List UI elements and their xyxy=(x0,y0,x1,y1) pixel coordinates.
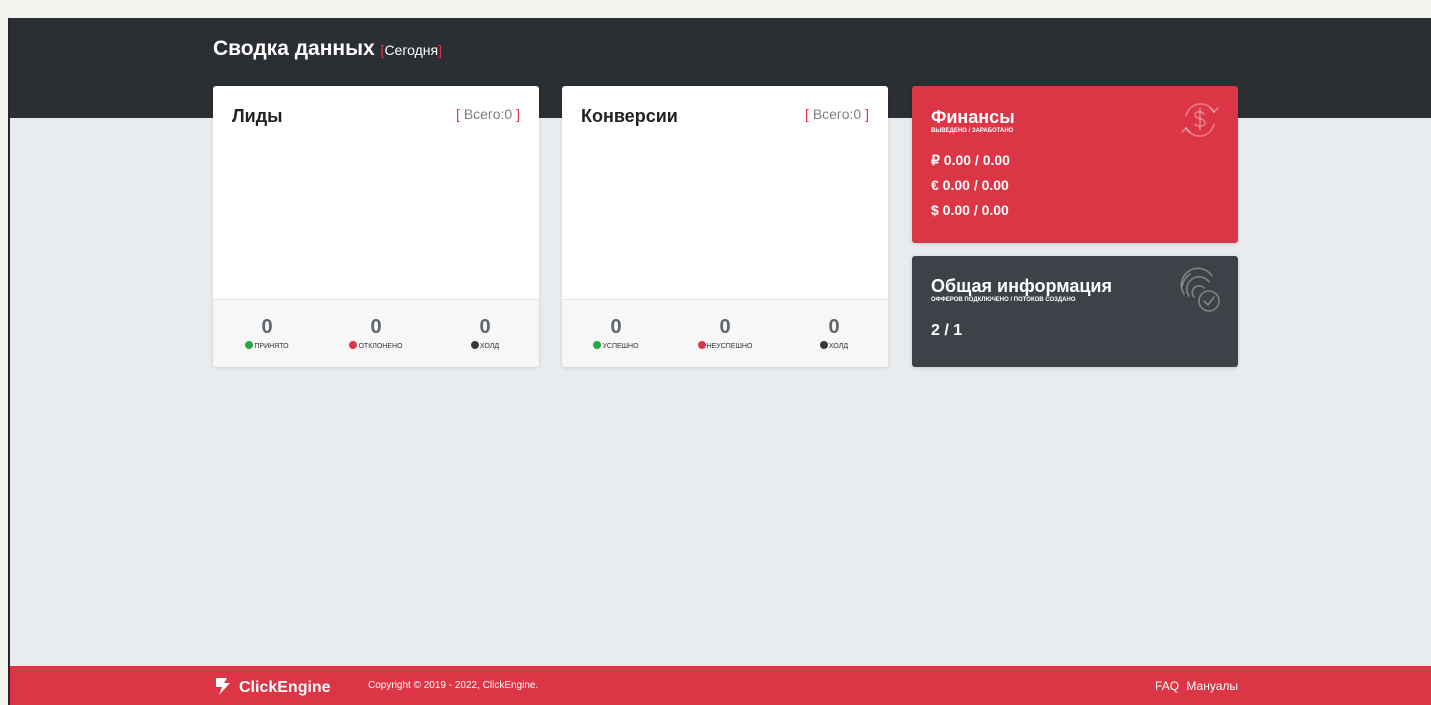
period-selector[interactable]: Сегодня xyxy=(384,42,438,58)
dark-dot-icon xyxy=(819,341,828,349)
finance-eur: € 0.00 / 0.00 xyxy=(931,177,1009,193)
leads-total-value: 0 xyxy=(504,106,513,122)
leads-total-label: Всего: xyxy=(463,106,505,122)
red-dot-icon xyxy=(349,341,358,349)
leads-stat-hold: 0 ХОЛД xyxy=(435,316,535,350)
conversions-total: [ Всего:0 ] xyxy=(805,106,869,122)
leads-card: Лиды [ Всего:0 ] 0 ПРИНЯТО 0 ОТКЛОНЕНО 0… xyxy=(213,86,539,367)
page-footer: ClickEngine Copyright © 2019 - 2022, Cli… xyxy=(10,666,1431,705)
leads-total: [ Всего:0 ] xyxy=(456,106,520,122)
stat-label: НЕУСПЕШНО xyxy=(706,343,753,350)
dollar-cycle-icon xyxy=(1181,103,1219,137)
page-title-text: Сводка данных xyxy=(213,37,375,60)
fingerprint-check-icon xyxy=(1180,267,1220,312)
green-dot-icon xyxy=(593,341,602,349)
stat-value: 0 xyxy=(610,316,622,338)
bracket-close: ] xyxy=(438,42,442,58)
conversions-total-value: 0 xyxy=(853,106,862,122)
general-info-value: 2 / 1 xyxy=(931,322,963,339)
leads-title: Лиды xyxy=(232,106,283,126)
conversions-stat-hold: 0 ХОЛД xyxy=(784,316,884,350)
dark-dot-icon xyxy=(470,341,479,349)
finance-rub: ₽ 0.00 / 0.00 xyxy=(931,152,1010,168)
app: Сводка данных [Сегодня] Лиды [ Всего:0 ]… xyxy=(10,18,1431,705)
red-dot-icon xyxy=(697,341,706,349)
conversions-total-label: Всего: xyxy=(812,106,854,122)
conversions-stat-success: 0 УСПЕШНО xyxy=(566,316,666,350)
footer-link-manuals[interactable]: Мануалы xyxy=(1186,679,1238,693)
general-info-title: Общая информация xyxy=(931,276,1112,296)
conversions-stat-failed: 0 НЕУСПЕШНО xyxy=(675,316,775,350)
general-info-subtitle: ОФФЕРОВ ПОДКЛЮЧЕНО / ПОТОКОВ СОЗДАНО xyxy=(931,297,1076,303)
clickengine-logo-icon xyxy=(216,678,230,695)
copyright-text: Copyright © 2019 - 2022, ClickEngine. xyxy=(368,680,539,691)
footer-links: FAQ Мануалы xyxy=(1151,679,1238,693)
finance-usd: $ 0.00 / 0.00 xyxy=(931,202,1009,218)
stat-label: УСПЕШНО xyxy=(602,343,639,350)
leads-stat-accepted: 0 ПРИНЯТО xyxy=(217,316,317,350)
stat-value: 0 xyxy=(261,316,273,338)
page-title: Сводка данных [Сегодня] xyxy=(213,37,442,61)
stat-label: ХОЛД xyxy=(828,343,849,350)
stat-label: ПРИНЯТО xyxy=(254,343,289,350)
general-info-card: Общая информация ОФФЕРОВ ПОДКЛЮЧЕНО / ПО… xyxy=(912,256,1238,367)
green-dot-icon xyxy=(245,341,254,349)
footer-link-faq[interactable]: FAQ xyxy=(1155,679,1179,693)
leads-stats: 0 ПРИНЯТО 0 ОТКЛОНЕНО 0 ХОЛД xyxy=(213,299,539,367)
finance-subtitle: ВЫВЕДЕНО / ЗАРАБОТАНО xyxy=(931,128,1014,134)
stat-value: 0 xyxy=(828,316,840,338)
brand-logo[interactable]: ClickEngine xyxy=(213,676,331,697)
stat-value: 0 xyxy=(479,316,491,338)
stat-label: ОТКЛОНЕНО xyxy=(358,343,403,350)
finance-card: Финансы ВЫВЕДЕНО / ЗАРАБОТАНО ₽ 0.00 / 0… xyxy=(912,86,1238,243)
stat-label: ХОЛД xyxy=(479,343,500,350)
brand-name: ClickEngine xyxy=(239,679,331,696)
stat-value: 0 xyxy=(370,316,382,338)
conversions-stats: 0 УСПЕШНО 0 НЕУСПЕШНО 0 ХОЛД xyxy=(562,299,888,367)
stat-value: 0 xyxy=(719,316,731,338)
leads-stat-rejected: 0 ОТКЛОНЕНО xyxy=(326,316,426,350)
conversions-card: Конверсии [ Всего:0 ] 0 УСПЕШНО 0 НЕУСПЕ… xyxy=(562,86,888,367)
conversions-title: Конверсии xyxy=(581,106,678,126)
finance-title: Финансы xyxy=(931,107,1015,127)
